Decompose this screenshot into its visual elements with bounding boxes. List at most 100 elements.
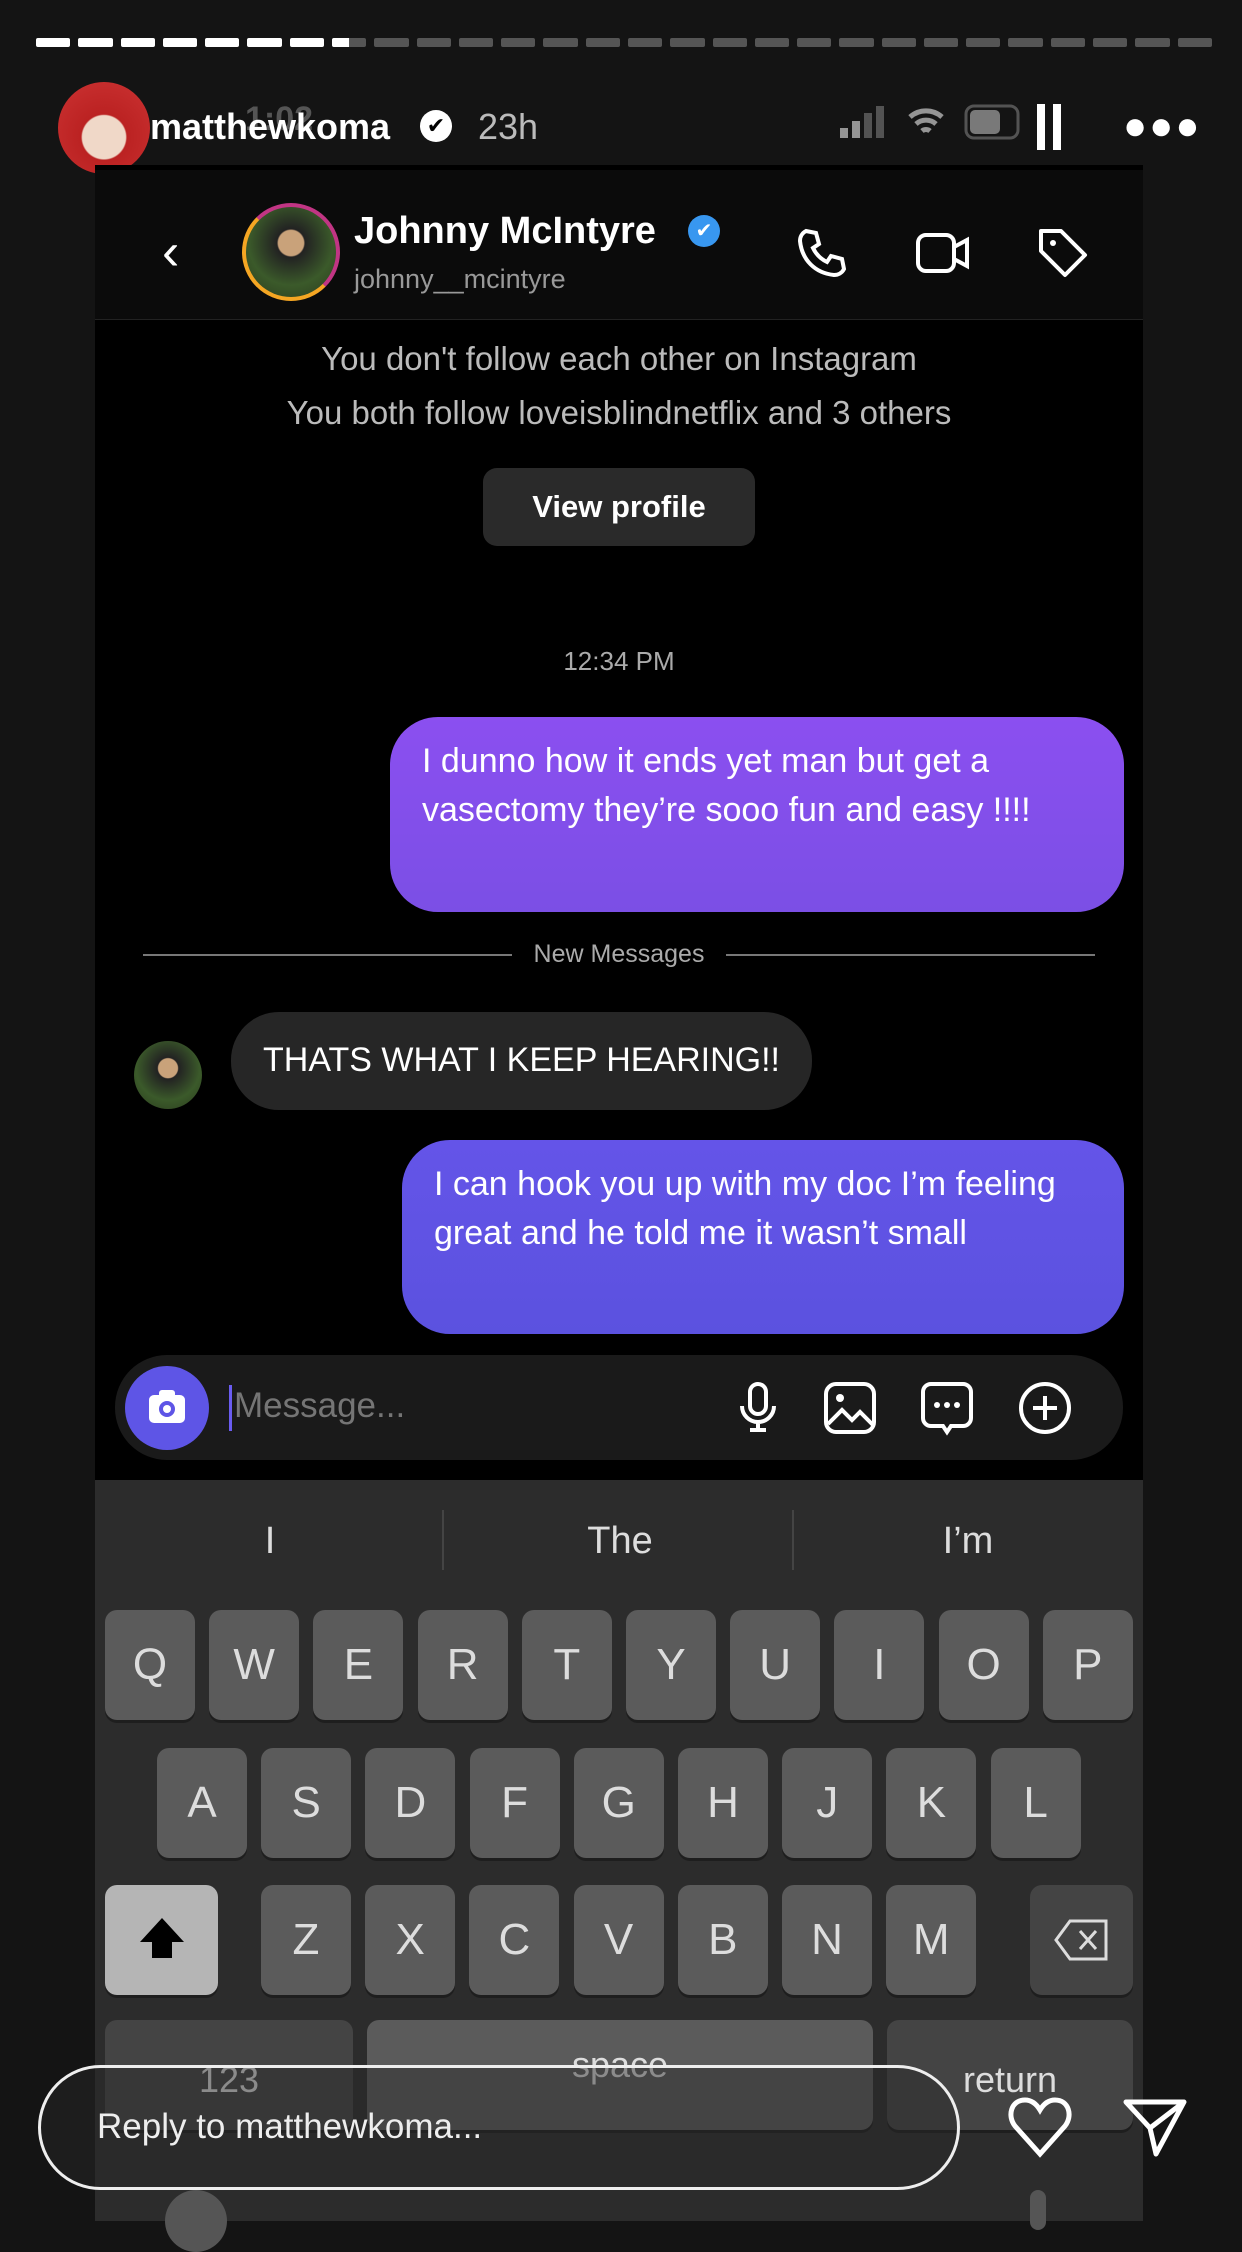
progress-segment (543, 38, 578, 47)
incoming-message[interactable]: THATS WHAT I KEEP HEARING!! (231, 1012, 813, 1110)
sticker-chat-icon[interactable] (919, 1380, 975, 1436)
progress-segment (839, 38, 874, 47)
progress-segment (712, 38, 747, 47)
key-k[interactable]: K (886, 1748, 977, 1858)
progress-segment (162, 38, 198, 47)
key-c[interactable]: C (469, 1885, 560, 1995)
chat-peer-handle: johnny__mcintyre (354, 264, 566, 294)
key-o[interactable]: O (938, 1610, 1029, 1720)
key-v[interactable]: V (573, 1885, 664, 1995)
delete-key[interactable] (1030, 1885, 1133, 1995)
camera-icon (149, 1390, 185, 1423)
key-j[interactable]: J (782, 1748, 873, 1858)
progress-segment (120, 38, 155, 47)
story-time-ago: 23h (478, 106, 539, 147)
progress-segment (1050, 38, 1086, 47)
key-b[interactable]: B (677, 1885, 768, 1995)
outgoing-message[interactable]: I dunno how it ends yet man but get a va… (390, 717, 1124, 912)
progress-segment (923, 38, 959, 47)
message-timestamp: 12:34 PM (563, 646, 675, 676)
new-messages-divider: New Messages (143, 940, 1095, 969)
progress-segment (458, 38, 494, 47)
status-bar-icons (838, 104, 1024, 140)
new-messages-label: New Messages (533, 940, 705, 968)
suggestion-separator (792, 1510, 794, 1570)
key-m[interactable]: M (886, 1885, 977, 1995)
progress-segment (78, 38, 113, 47)
back-chevron-icon[interactable]: ‹ (162, 222, 179, 282)
video-call-icon[interactable] (915, 225, 971, 281)
key-d[interactable]: D (365, 1748, 456, 1858)
progress-segment (585, 38, 620, 47)
battery-icon (964, 104, 1020, 140)
signal-icon (840, 106, 884, 138)
story-author-avatar[interactable] (58, 82, 150, 174)
add-icon[interactable] (1017, 1380, 1073, 1436)
progress-segment (881, 38, 916, 47)
heart-icon[interactable] (1005, 2092, 1075, 2162)
chat-peer-name[interactable]: Johnny McIntyre (354, 210, 656, 253)
progress-segment (754, 38, 790, 47)
progress-segment (1008, 38, 1043, 47)
key-y[interactable]: Y (626, 1610, 716, 1720)
verified-badge-icon: ✔ (420, 110, 452, 142)
outgoing-message[interactable]: I can hook you up with my doc I’m feelin… (402, 1140, 1124, 1334)
progress-segment (289, 38, 324, 47)
key-x[interactable]: X (365, 1885, 456, 1995)
progress-segment (36, 38, 71, 47)
key-a[interactable]: A (157, 1748, 247, 1858)
camera-button[interactable] (125, 1366, 209, 1450)
suggestion[interactable]: I’m (818, 1520, 1118, 1563)
tag-icon[interactable] (1035, 225, 1091, 281)
follow-status-text: You don't follow each other on Instagram (321, 340, 917, 377)
key-s[interactable]: S (261, 1748, 352, 1858)
progress-segment (501, 38, 536, 47)
shift-key[interactable] (105, 1885, 218, 1995)
story-username[interactable]: matthewkoma (150, 106, 390, 148)
key-h[interactable]: H (678, 1748, 768, 1858)
send-icon[interactable] (1120, 2092, 1190, 2162)
progress-segment (797, 38, 832, 47)
dictation-icon (1030, 2190, 1046, 2230)
key-p[interactable]: P (1042, 1610, 1133, 1720)
progress-segment (1177, 38, 1212, 47)
key-w[interactable]: W (209, 1610, 300, 1720)
key-f[interactable]: F (469, 1748, 560, 1858)
progress-segment (1093, 38, 1128, 47)
key-q[interactable]: Q (105, 1610, 195, 1720)
progress-segment (416, 38, 451, 47)
key-u[interactable]: U (730, 1610, 821, 1720)
progress-segment (670, 38, 705, 47)
more-options-icon[interactable]: ●●● (1123, 104, 1201, 149)
key-g[interactable]: G (573, 1748, 664, 1858)
progress-segment (205, 38, 240, 47)
verified-badge-icon: ✔ (688, 215, 720, 247)
gallery-icon[interactable] (822, 1380, 878, 1436)
story-progress-bar (36, 38, 1212, 47)
sender-avatar[interactable] (134, 1041, 202, 1109)
key-r[interactable]: R (417, 1610, 508, 1720)
suggestion[interactable]: The (470, 1520, 770, 1563)
emoji-icon (165, 2190, 227, 2252)
key-z[interactable]: Z (261, 1885, 351, 1995)
key-t[interactable]: T (521, 1610, 612, 1720)
microphone-icon[interactable] (730, 1380, 786, 1436)
text-caret (229, 1385, 232, 1431)
progress-segment (247, 38, 282, 47)
key-n[interactable]: N (782, 1885, 872, 1995)
phone-icon[interactable] (794, 225, 850, 281)
message-input[interactable] (234, 1386, 694, 1426)
shift-arrow-icon (139, 1918, 184, 1958)
suggestion[interactable]: I (120, 1520, 420, 1563)
pause-icon[interactable] (1035, 104, 1065, 150)
view-profile-button[interactable]: View profile (483, 468, 755, 546)
progress-segment (627, 38, 663, 47)
chat-peer-avatar[interactable] (242, 203, 340, 301)
key-i[interactable]: I (834, 1610, 925, 1720)
progress-segment (331, 38, 367, 47)
key-e[interactable]: E (313, 1610, 404, 1720)
progress-segment (1135, 38, 1170, 47)
suggestion-separator (442, 1510, 444, 1570)
key-l[interactable]: L (990, 1748, 1081, 1858)
backspace-icon (1053, 1919, 1107, 1961)
